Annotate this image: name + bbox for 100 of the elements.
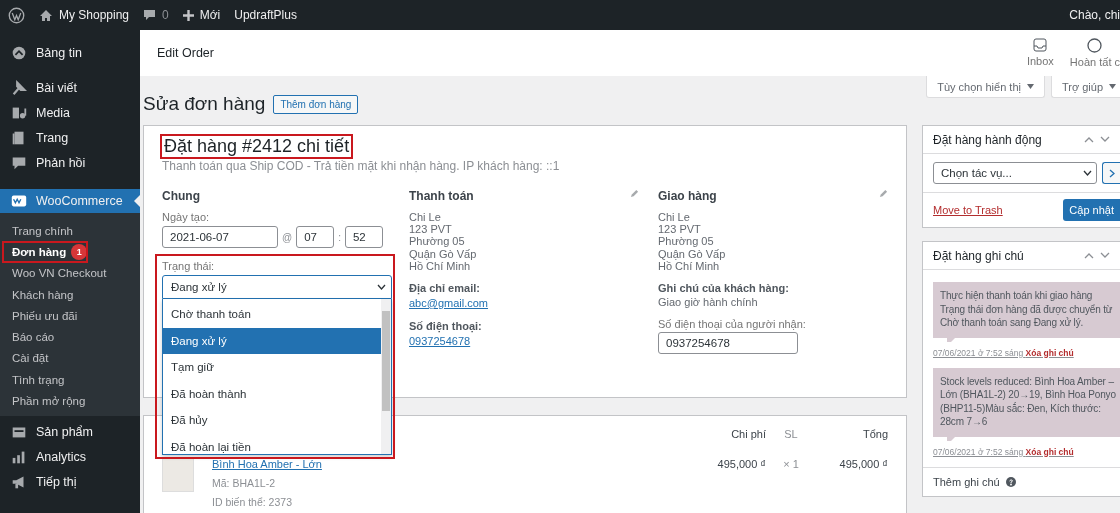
help-icon[interactable] <box>1005 476 1016 487</box>
chevron-right-icon <box>1108 168 1115 178</box>
header-action[interactable]: Hoàn tất c <box>1069 38 1120 68</box>
sidebar-item[interactable]: Bài viết <box>0 75 140 100</box>
sidebar-item[interactable]: Trang <box>0 125 140 150</box>
note-date: 07/06/2021 ở 7:52 sáng <box>933 347 1024 358</box>
chevron-up-icon[interactable] <box>1084 252 1094 259</box>
pencil-icon[interactable] <box>879 189 888 198</box>
new-link[interactable]: Mới <box>182 8 221 22</box>
panel-title: Đặt hàng ghi chú <box>933 248 1024 263</box>
circle-icon <box>1087 38 1103 53</box>
caret-icon <box>1026 84 1034 89</box>
sidebar-item[interactable]: Analytics <box>0 444 140 470</box>
status-option[interactable]: Đã hủy <box>163 407 381 434</box>
apply-button[interactable] <box>1102 162 1120 184</box>
screen-tab[interactable]: Trợ giúp <box>1050 76 1120 98</box>
submenu-item[interactable]: Cài đặt <box>0 347 140 370</box>
scrollbar[interactable] <box>381 299 391 454</box>
minute-input[interactable]: 52 <box>344 226 383 248</box>
chevron-down-icon[interactable] <box>1100 136 1110 143</box>
plugin-link[interactable]: UpdraftPlus <box>234 8 297 22</box>
chevron-down-icon[interactable] <box>1100 252 1110 259</box>
section-title: Chung <box>162 189 200 203</box>
date-input[interactable]: 2021-06-07 <box>162 226 278 248</box>
chevron-down-icon <box>1083 170 1092 176</box>
variation-text: ID biến thể: 2373 <box>212 496 293 508</box>
chevron-up-icon[interactable] <box>1084 136 1094 143</box>
bubble-tail-icon <box>947 337 955 342</box>
plus-icon <box>182 9 194 21</box>
field-value: Giao giờ hành chính <box>658 296 759 308</box>
sidebar-item[interactable]: WooCommerce <box>0 189 140 213</box>
address-text: Chi Le 123 PVT Phường 05 Quận Gò Vấp Hồ Chí Minh <box>409 211 478 272</box>
caret-icon <box>1109 84 1116 89</box>
pencil-icon[interactable] <box>630 189 639 198</box>
column-header: SL <box>783 428 799 440</box>
sidebar-item[interactable]: Phản hồi <box>0 150 140 175</box>
submenu-item[interactable]: Đơn hàng 1 <box>2 241 88 263</box>
order-heading: Đặt hàng #2412 chi tiết <box>162 136 352 157</box>
comment-icon <box>143 9 157 21</box>
sidebar-item[interactable]: Media <box>0 100 140 125</box>
submenu-item[interactable]: Phiếu ưu đãi <box>0 305 140 327</box>
field-link[interactable]: abc@gmail.com <box>409 297 489 309</box>
field-label: Ghi chú của khách hàng: <box>658 282 790 294</box>
submenu-item[interactable]: Báo cáo <box>0 326 140 348</box>
header-action[interactable]: Inbox <box>1026 38 1054 68</box>
status-select[interactable]: Đang xử lý <box>162 275 392 299</box>
note-date: 07/06/2021 ở 7:52 sáng <box>933 446 1024 457</box>
field-label: Địa chỉ email: <box>409 282 481 294</box>
field-label: Số điện thoại: <box>409 320 483 332</box>
home-icon <box>39 8 53 22</box>
status-option[interactable]: Đã hoàn thành <box>163 380 381 407</box>
hour-input[interactable]: 07 <box>296 226 335 248</box>
section-title: Thanh toán <box>409 189 474 203</box>
note-bubble: Thực hiện thanh toán khi giao hàng Trạng thái đơn hàng đã được chuyển từ Chờ thanh toán sang Đang xử lý. <box>933 282 1120 338</box>
product-thumbnail <box>162 458 194 492</box>
sidebar-item[interactable]: Tiếp thị <box>0 469 140 495</box>
site-link[interactable]: My Shopping <box>39 8 130 22</box>
sidebar-item[interactable]: Bảng tin <box>0 40 140 65</box>
submenu-item[interactable]: Tình trạng <box>0 369 140 391</box>
quantity-cell-text: × 1 <box>782 458 800 470</box>
chevron-down-icon <box>377 284 386 290</box>
address-text: Chi Le 123 PVT Phường 05 Quận Gò Vấp Hồ Chí Minh <box>658 211 727 272</box>
order-subtitle: Thanh toán qua Ship COD - Trả tiền mặt khi nhận hàng. IP khách hàng: ::1 <box>162 159 561 173</box>
field-label: Thêm ghi chú <box>933 475 1000 488</box>
section-title: Giao hàng <box>658 189 717 203</box>
header-title: Edit Order <box>156 46 214 60</box>
submenu-item[interactable]: Woo VN Checkout <box>0 262 140 284</box>
submenu-item[interactable]: Khách hàng <box>0 283 140 306</box>
screen-tab[interactable]: Tùy chọn hiển thị <box>926 76 1045 98</box>
action-select[interactable]: Chọn tác vụ... <box>933 162 1097 184</box>
column-header: Chi phí <box>730 428 766 440</box>
cost-cell-text: 495,000 ₫ <box>716 458 766 470</box>
status-option[interactable]: Đã hoàn lại tiền <box>163 433 381 460</box>
panel-title: Đặt hàng hành động <box>933 132 1042 147</box>
product-link[interactable]: Bình Hoa Amber - Lớn <box>212 458 686 470</box>
inbox-icon <box>1033 38 1048 52</box>
status-option[interactable]: Chờ thanh toán <box>163 301 381 328</box>
count-badge: 1 <box>71 243 88 260</box>
sidebar-item[interactable]: Sản phẩm <box>0 419 140 445</box>
update-button[interactable]: Cập nhật <box>1063 199 1120 221</box>
greeting-link[interactable]: Chào, chi <box>1069 8 1120 22</box>
sku-text: Mã: BHA1L-2 <box>212 477 277 489</box>
status-option[interactable]: Tạm giữ <box>163 354 381 381</box>
wordpress-logo-icon[interactable] <box>8 6 25 24</box>
field-link[interactable]: 0937254678 <box>409 335 471 347</box>
page-title: Sửa đơn hàng <box>143 93 266 115</box>
column-header: Tổng <box>861 428 889 440</box>
add-order-button[interactable]: Thêm đơn hàng <box>273 94 359 114</box>
trash-link[interactable]: Move to Trash <box>933 204 1003 216</box>
submenu-item[interactable]: Trang chính <box>0 220 140 242</box>
time-separator: : <box>338 231 341 243</box>
field-label: Trạng thái: <box>162 260 216 272</box>
comments-link[interactable]: 0 <box>143 8 169 22</box>
phone-input[interactable]: 0937254678 <box>658 332 798 354</box>
bubble-tail-icon <box>947 436 955 441</box>
delete-note-link[interactable]: Xóa ghi chú <box>1025 446 1074 457</box>
pin-icon <box>10 78 28 97</box>
status-option[interactable]: Đang xử lý <box>163 327 381 354</box>
submenu-item[interactable]: Phần mở rộng <box>0 390 140 412</box>
delete-note-link[interactable]: Xóa ghi chú <box>1025 347 1074 358</box>
